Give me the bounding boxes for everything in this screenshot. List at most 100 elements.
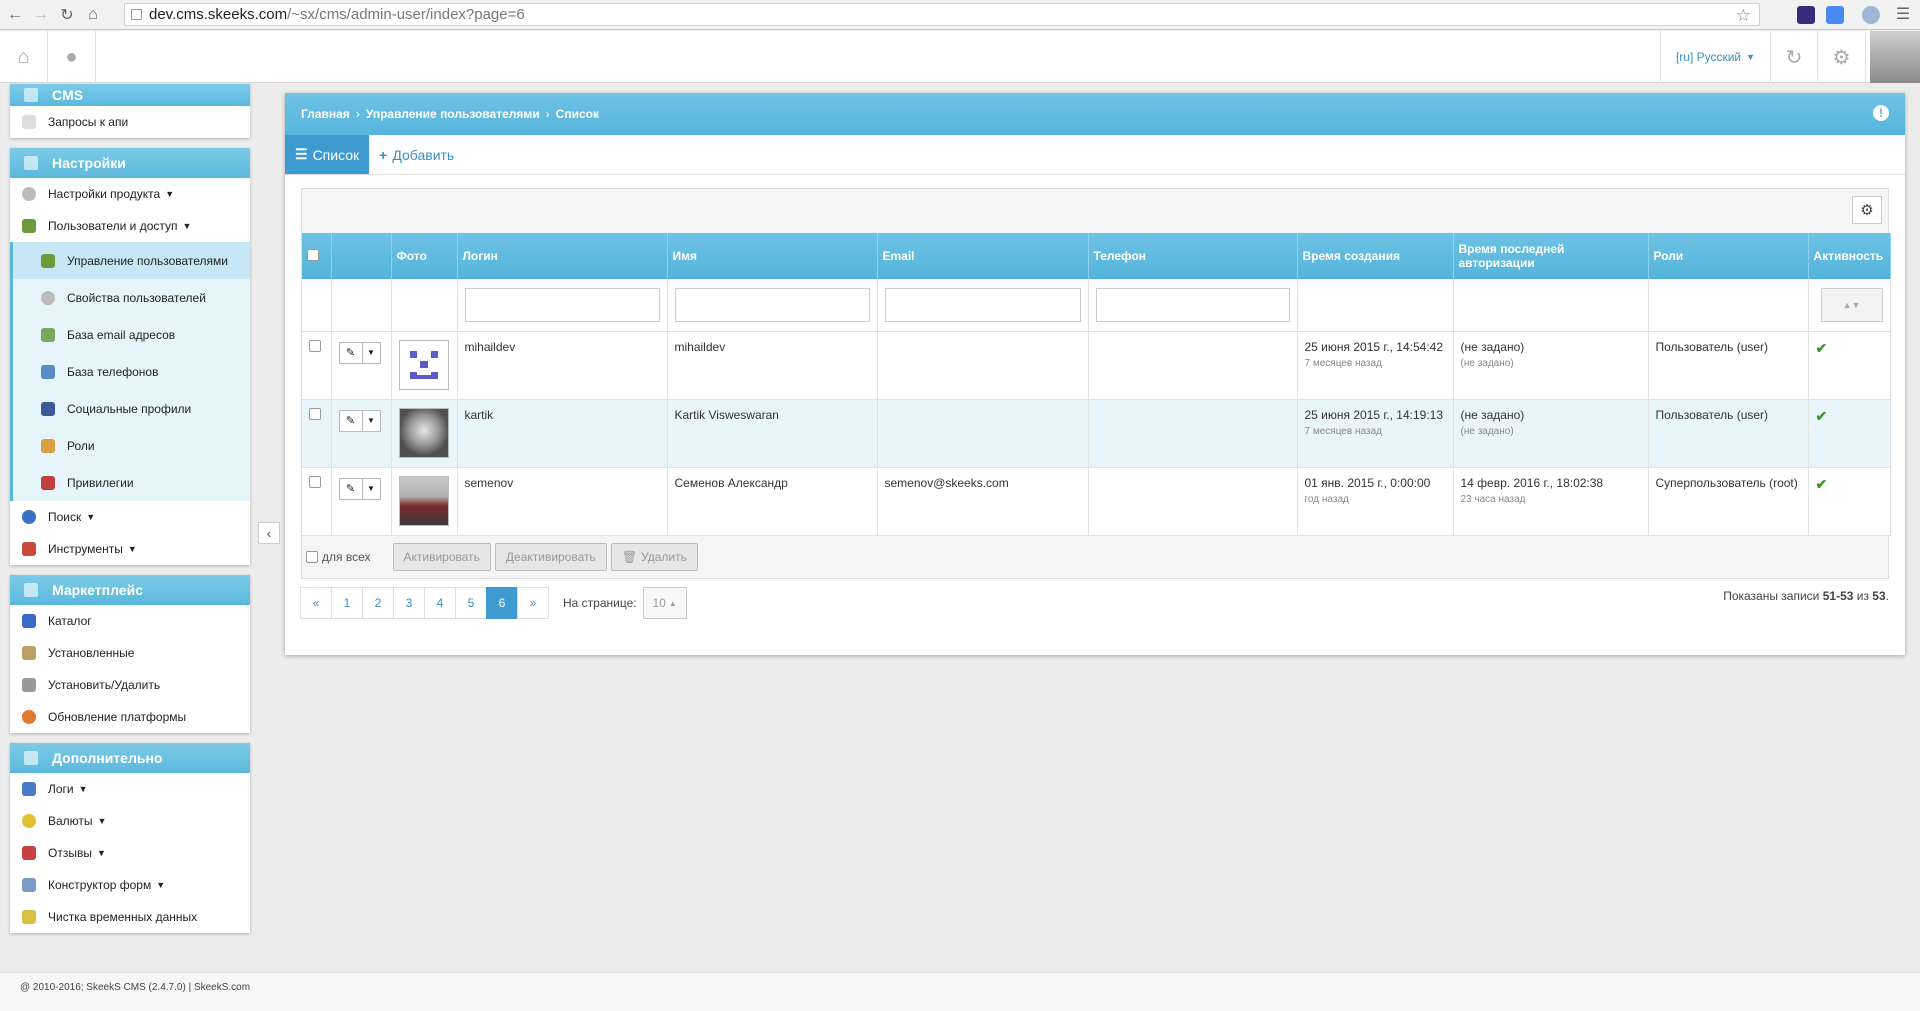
bulk-all-label: для всех — [322, 549, 371, 564]
back-icon[interactable]: ← — [4, 4, 26, 26]
globe-icon[interactable]: ● — [48, 31, 96, 83]
sidebar-item-email-base[interactable]: База email адресов — [10, 316, 250, 353]
breadcrumb-users[interactable]: Управление пользователями — [366, 107, 540, 121]
grid-settings-button[interactable]: ⚙ — [1852, 196, 1882, 224]
refresh-icon[interactable]: ↻ — [1770, 31, 1818, 83]
translate-icon[interactable] — [1826, 6, 1844, 24]
row-checkbox[interactable] — [309, 475, 321, 488]
page-link[interactable]: 5 — [455, 587, 487, 619]
column-header-name[interactable]: Имя — [667, 233, 878, 279]
menu-icon[interactable]: ☰ — [1894, 6, 1912, 24]
phone-filter-input[interactable] — [1095, 287, 1290, 322]
column-header-active[interactable]: Активность — [1808, 233, 1891, 279]
sidebar-item-reviews[interactable]: Отзывы ▼ — [10, 837, 250, 869]
sidebar-item-clear-temp[interactable]: Чистка временных данных — [10, 901, 250, 933]
bookmark-star-icon[interactable]: ☆ — [1736, 5, 1751, 26]
name-filter-input[interactable] — [674, 287, 870, 322]
actions-header — [331, 233, 392, 279]
column-header-created[interactable]: Время создания — [1297, 233, 1454, 279]
language-selector[interactable]: [ru] Русский ▼ — [1660, 31, 1770, 83]
breadcrumb-home[interactable]: Главная — [301, 107, 350, 121]
sidebar-item-search[interactable]: Поиск ▼ — [10, 501, 250, 533]
column-header-email[interactable]: Email — [877, 233, 1089, 279]
forward-icon[interactable]: → — [30, 4, 52, 26]
page-link-active[interactable]: 6 — [486, 587, 518, 619]
sidebar-item-install-remove[interactable]: Установить/Удалить — [10, 669, 250, 701]
language-label: [ru] Русский — [1675, 50, 1742, 64]
extension-icon[interactable] — [1797, 6, 1815, 24]
email-filter-input[interactable] — [884, 287, 1081, 322]
active-filter-select[interactable]: ▲▼ — [1820, 287, 1883, 322]
document-icon — [22, 115, 36, 129]
page-prev[interactable]: « — [300, 587, 332, 619]
avatar — [398, 475, 449, 526]
caret-down-icon[interactable]: ▼ — [361, 410, 380, 431]
row-actions[interactable]: ✎ ▼ — [338, 341, 381, 364]
extension-icon[interactable] — [1862, 6, 1880, 24]
collapse-sidebar-button[interactable]: ‹ — [258, 522, 280, 544]
activate-button[interactable]: Активировать — [392, 542, 491, 571]
gear-icon[interactable]: ⚙ — [1818, 31, 1866, 83]
sidebar-item-installed[interactable]: Установленные — [10, 637, 250, 669]
page-link[interactable]: 1 — [331, 587, 363, 619]
per-page-select[interactable]: 10 ▲ — [642, 587, 687, 619]
home-icon[interactable]: ⌂ — [0, 31, 48, 83]
page-link[interactable]: 4 — [424, 587, 456, 619]
sidebar-section-title[interactable]: Дополнительно — [10, 743, 250, 773]
column-header-photo[interactable]: Фото — [391, 233, 458, 279]
page-link[interactable]: 3 — [393, 587, 425, 619]
sidebar-item-platform-update[interactable]: Обновление платформы — [10, 701, 250, 733]
row-actions[interactable]: ✎ ▼ — [338, 409, 381, 432]
edit-icon[interactable]: ✎ — [340, 411, 362, 431]
sidebar-section-title[interactable]: Настройки — [10, 148, 250, 178]
cell-active: ✔ — [1808, 399, 1891, 468]
sidebar-item-product-settings[interactable]: Настройки продукта ▼ — [10, 178, 250, 210]
sidebar-item-logs[interactable]: Логи ▼ — [10, 773, 250, 805]
sidebar-item-tools[interactable]: Инструменты ▼ — [10, 533, 250, 565]
sidebar-item-user-management[interactable]: Управление пользователями — [10, 242, 250, 279]
column-header-login[interactable]: Логин — [457, 233, 668, 279]
sidebar-item-currencies[interactable]: Валюты ▼ — [10, 805, 250, 837]
edit-icon[interactable]: ✎ — [340, 343, 362, 363]
tab-list[interactable]: ☰ Список — [285, 135, 370, 174]
column-header-roles[interactable]: Роли — [1648, 233, 1809, 279]
sidebar-item-form-builder[interactable]: Конструктор форм ▼ — [10, 869, 250, 901]
edit-icon[interactable]: ✎ — [340, 479, 362, 499]
column-header-last-auth[interactable]: Время последней авторизации — [1453, 233, 1649, 279]
row-checkbox[interactable] — [309, 407, 321, 420]
login-filter-input[interactable] — [464, 287, 660, 322]
tab-add[interactable]: + Добавить — [369, 135, 464, 174]
column-header-phone[interactable]: Телефон — [1088, 233, 1298, 279]
sidebar-item-catalog[interactable]: Каталог — [10, 605, 250, 637]
sidebar-section-title[interactable]: Маркетплейс — [10, 575, 250, 605]
select-all-checkbox[interactable] — [307, 248, 319, 261]
list-icon: ☰ — [295, 146, 308, 162]
sidebar-item-phone-base[interactable]: База телефонов — [10, 353, 250, 390]
cell-created: 25 июня 2015 г., 14:19:13 7 месяцев назад — [1297, 399, 1454, 468]
caret-down-icon[interactable]: ▼ — [361, 342, 380, 363]
sidebar-section-title[interactable]: CMS — [10, 84, 250, 106]
page-link[interactable]: 2 — [362, 587, 394, 619]
bulk-all-checkbox[interactable] — [306, 550, 318, 563]
address-bar[interactable]: dev.cms.skeeks.com/~sx/cms/admin-user/in… — [124, 3, 1760, 26]
page-icon — [131, 9, 142, 20]
user-avatar[interactable] — [1870, 31, 1920, 83]
coins-icon — [22, 814, 36, 828]
row-checkbox[interactable] — [309, 339, 321, 352]
phone-icon — [41, 364, 55, 379]
page-next[interactable]: » — [517, 587, 549, 619]
sidebar-item-social-profiles[interactable]: Социальные профили — [10, 390, 250, 427]
users-grid: ⚙ Фото Логин Имя Email Телефон Время соз… — [301, 188, 1891, 579]
home-icon[interactable]: ⌂ — [82, 4, 104, 26]
delete-button[interactable]: 🗑 Удалить — [610, 542, 698, 571]
info-icon[interactable]: ! — [1873, 105, 1889, 121]
sidebar-item-user-properties[interactable]: Свойства пользователей — [10, 279, 250, 316]
reload-icon[interactable]: ↻ — [56, 4, 78, 26]
sidebar-item-api-requests[interactable]: Запросы к апи — [10, 106, 250, 138]
sidebar-item-roles[interactable]: Роли — [10, 427, 250, 464]
sidebar-item-users-access[interactable]: Пользователи и доступ ▼ — [10, 210, 250, 242]
row-actions[interactable]: ✎ ▼ — [338, 477, 381, 500]
sidebar-item-privileges[interactable]: Привилегии — [10, 464, 250, 501]
deactivate-button[interactable]: Деактивировать — [494, 542, 607, 571]
caret-down-icon[interactable]: ▼ — [361, 478, 380, 499]
